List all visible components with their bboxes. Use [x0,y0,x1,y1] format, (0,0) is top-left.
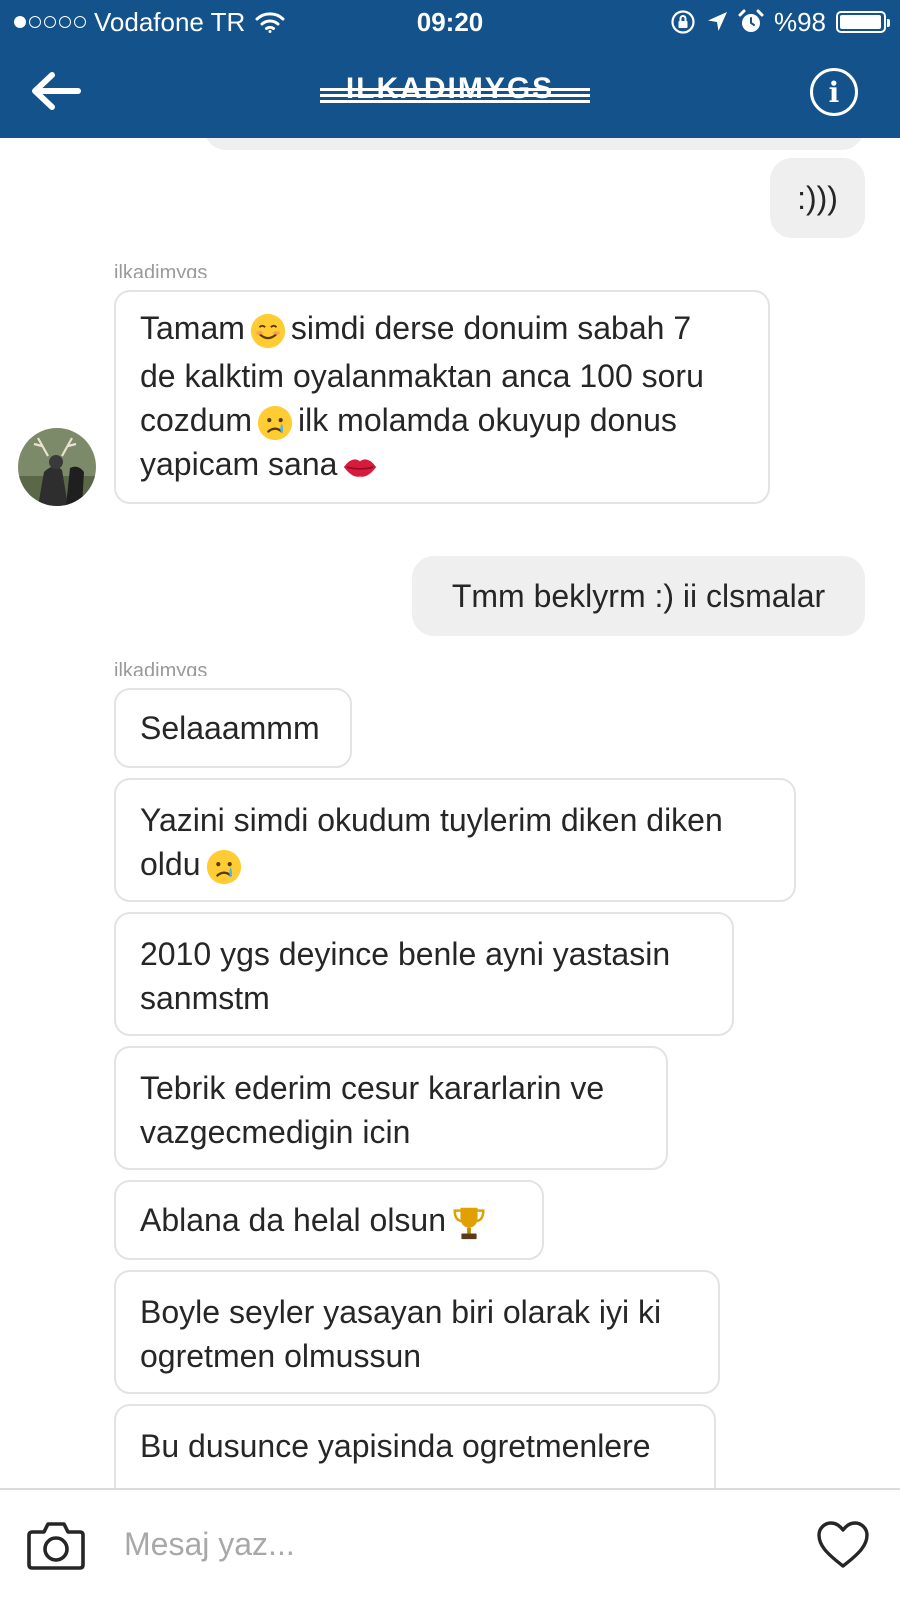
title-redaction-strike [320,88,590,103]
status-right: %98 [670,6,890,37]
message-line: Tebrik ederim cesur kararlarin ve [140,1070,605,1106]
message-line: oldu [140,842,770,886]
message-text: :))) [797,179,838,216]
outgoing-message[interactable]: :))) [770,158,865,238]
message-line: Tamam simdi derse donuim sabah 7 [140,306,744,350]
back-button[interactable] [26,64,86,118]
info-icon: i [828,75,840,109]
message-line: Ablana da helal olsun [140,1198,518,1242]
message-line: yapicam sana [140,442,744,486]
message-line: 2010 ygs deyince benle ayni yastasin [140,936,671,972]
heart-icon [817,1521,869,1568]
like-button[interactable] [816,1520,870,1570]
incoming-message[interactable]: Boyle seyler yasayan biri olarak iyi ki … [114,1270,720,1394]
message-line: de kalktim oyalanmaktan anca 100 soru [140,358,704,394]
avatar[interactable] [18,428,96,506]
camera-button[interactable] [26,1518,86,1572]
previous-message-bubble [204,138,864,150]
battery-icon [836,11,890,33]
sender-name: ilkadimygs [114,660,208,676]
incoming-message[interactable]: Selaaammm [114,688,352,768]
message-line: Boyle seyler yasayan biri olarak iyi ki [140,1294,662,1330]
crying-face-icon [206,849,241,884]
message-input[interactable] [124,1518,764,1570]
camera-icon [27,1522,85,1570]
message-line: Selaaammm [140,710,320,746]
avatar-image [18,428,96,506]
status-bar: Vodafone TR 09:20 %98 [0,0,900,44]
trophy-icon [453,1207,485,1239]
message-line: ogretmen olmussun [140,1338,422,1374]
rotation-lock-icon [671,10,695,34]
incoming-message[interactable]: Tebrik ederim cesur kararlarin ve vazgec… [114,1046,668,1170]
alarm-clock-icon [738,9,764,32]
battery-percent: %98 [773,6,826,37]
info-button[interactable]: i [810,68,858,116]
location-arrow-icon [707,12,727,31]
message-line: sanmstm [140,980,270,1016]
message-thread[interactable]: :))) ilkadimygs Tamam simdi derse donuim … [0,138,900,1488]
outgoing-message[interactable]: Tmm beklyrm :) ii clsmalar [412,556,865,636]
message-line: Yazini simdi okudum tuylerim diken diken [140,802,723,838]
incoming-message[interactable]: Bu dusunce yapisinda ogretmenlere [114,1404,716,1488]
message-line: Bu dusunce yapisinda ogretmenlere [140,1428,651,1464]
incoming-message[interactable]: 2010 ygs deyince benle ayni yastasin san… [114,912,734,1036]
smiling-face-icon [250,313,286,348]
message-line: vazgecmedigin icin [140,1114,411,1150]
crying-face-icon [257,405,293,440]
message-line: cozdum ilk molamda okuyup donus [140,398,744,442]
sender-name: ilkadimygs [114,262,208,278]
kiss-mark-icon [344,458,377,477]
message-text: Tmm beklyrm :) ii clsmalar [451,577,826,614]
incoming-message[interactable]: Ablana da helal olsun [114,1180,544,1260]
message-composer [0,1488,900,1600]
incoming-message[interactable]: Yazini simdi okudum tuylerim diken diken… [114,778,796,902]
navigation-bar: ILKADIMYGS i [0,44,900,138]
incoming-message[interactable]: Tamam simdi derse donuim sabah 7 de kalkt… [114,290,770,504]
arrow-left-icon [32,72,81,110]
